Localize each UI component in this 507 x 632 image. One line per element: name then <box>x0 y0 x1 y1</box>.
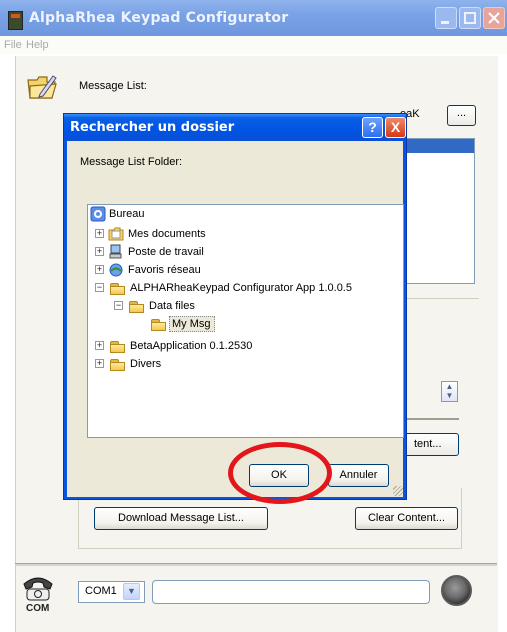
tree-item-betaapplication[interactable]: BetaApplication 0.1.2530 <box>130 338 252 354</box>
minimize-button[interactable] <box>435 7 457 29</box>
dialog-title: Rechercher un dossier <box>70 120 235 135</box>
expand-icon[interactable]: + <box>95 247 104 256</box>
folder-edit-icon <box>27 75 57 99</box>
chevron-down-icon[interactable]: ▼ <box>123 583 140 600</box>
folder-icon <box>110 283 126 295</box>
spinner-control[interactable]: ▲ ▼ <box>441 381 458 402</box>
message-list-label: Message List: <box>79 80 147 92</box>
resize-grip-icon[interactable] <box>393 486 403 496</box>
status-led-icon <box>441 575 472 606</box>
dialog-prompt: Message List Folder: <box>80 156 183 168</box>
cancel-button[interactable]: Annuler <box>328 464 389 487</box>
tree-item-my-msg[interactable]: My Msg <box>172 316 211 332</box>
divider <box>404 418 459 420</box>
com-icon-text: COM <box>26 603 49 612</box>
browse-folder-button[interactable]: ... <box>447 105 476 126</box>
desktop-icon <box>90 206 106 222</box>
phone-com-icon: COM <box>23 577 53 612</box>
dialog-close-button[interactable]: X <box>385 117 406 138</box>
folder-open-icon <box>151 319 167 331</box>
com-port-value: COM1 <box>85 585 117 597</box>
settings-group-box <box>404 298 479 349</box>
maximize-icon <box>464 12 476 24</box>
download-message-list-button[interactable]: Download Message List... <box>94 507 268 530</box>
folder-icon <box>110 359 126 371</box>
tree-item-divers[interactable]: Divers <box>130 356 161 372</box>
app-icon <box>8 11 23 30</box>
tree-item-alpharhea-app[interactable]: ALPHARheaKeypad Configurator App 1.0.0.5 <box>130 280 352 296</box>
expand-icon[interactable]: + <box>95 341 104 350</box>
folder-icon <box>129 301 145 313</box>
network-icon <box>109 263 123 277</box>
menu-bar <box>0 36 507 54</box>
message-list-box[interactable] <box>404 138 475 284</box>
computer-icon <box>109 244 122 259</box>
tree-item-poste-de-travail[interactable]: Poste de travail <box>128 244 204 260</box>
close-main-button[interactable] <box>483 7 505 29</box>
collapse-icon[interactable]: − <box>95 283 104 292</box>
main-window-title: AlphaRhea Keypad Configurator <box>29 10 289 26</box>
clear-content-button[interactable]: Clear Content... <box>355 507 458 530</box>
menu-help[interactable]: Help <box>26 39 49 51</box>
collapse-icon[interactable]: − <box>114 301 123 310</box>
highlight-circle <box>228 442 332 504</box>
message-list-selection[interactable] <box>405 139 474 153</box>
tree-item-data-files[interactable]: Data files <box>149 298 195 314</box>
tree-item-favoris-reseau[interactable]: Favoris réseau <box>128 262 201 278</box>
maximize-button[interactable] <box>459 7 481 29</box>
expand-icon[interactable]: + <box>95 265 104 274</box>
expand-icon[interactable]: + <box>95 359 104 368</box>
tree-item-bureau[interactable]: Bureau <box>109 206 144 222</box>
menu-file[interactable]: File <box>4 39 22 51</box>
bottom-divider <box>15 563 497 566</box>
status-field <box>152 580 430 604</box>
spin-down-icon[interactable]: ▼ <box>446 391 454 400</box>
documents-folder-icon <box>108 227 124 241</box>
folder-icon <box>110 341 126 353</box>
help-button[interactable]: ? <box>362 117 383 138</box>
tree-item-mes-documents[interactable]: Mes documents <box>128 226 206 242</box>
expand-icon[interactable]: + <box>95 229 104 238</box>
close-icon <box>488 12 500 24</box>
spin-up-icon[interactable]: ▲ <box>446 382 454 391</box>
